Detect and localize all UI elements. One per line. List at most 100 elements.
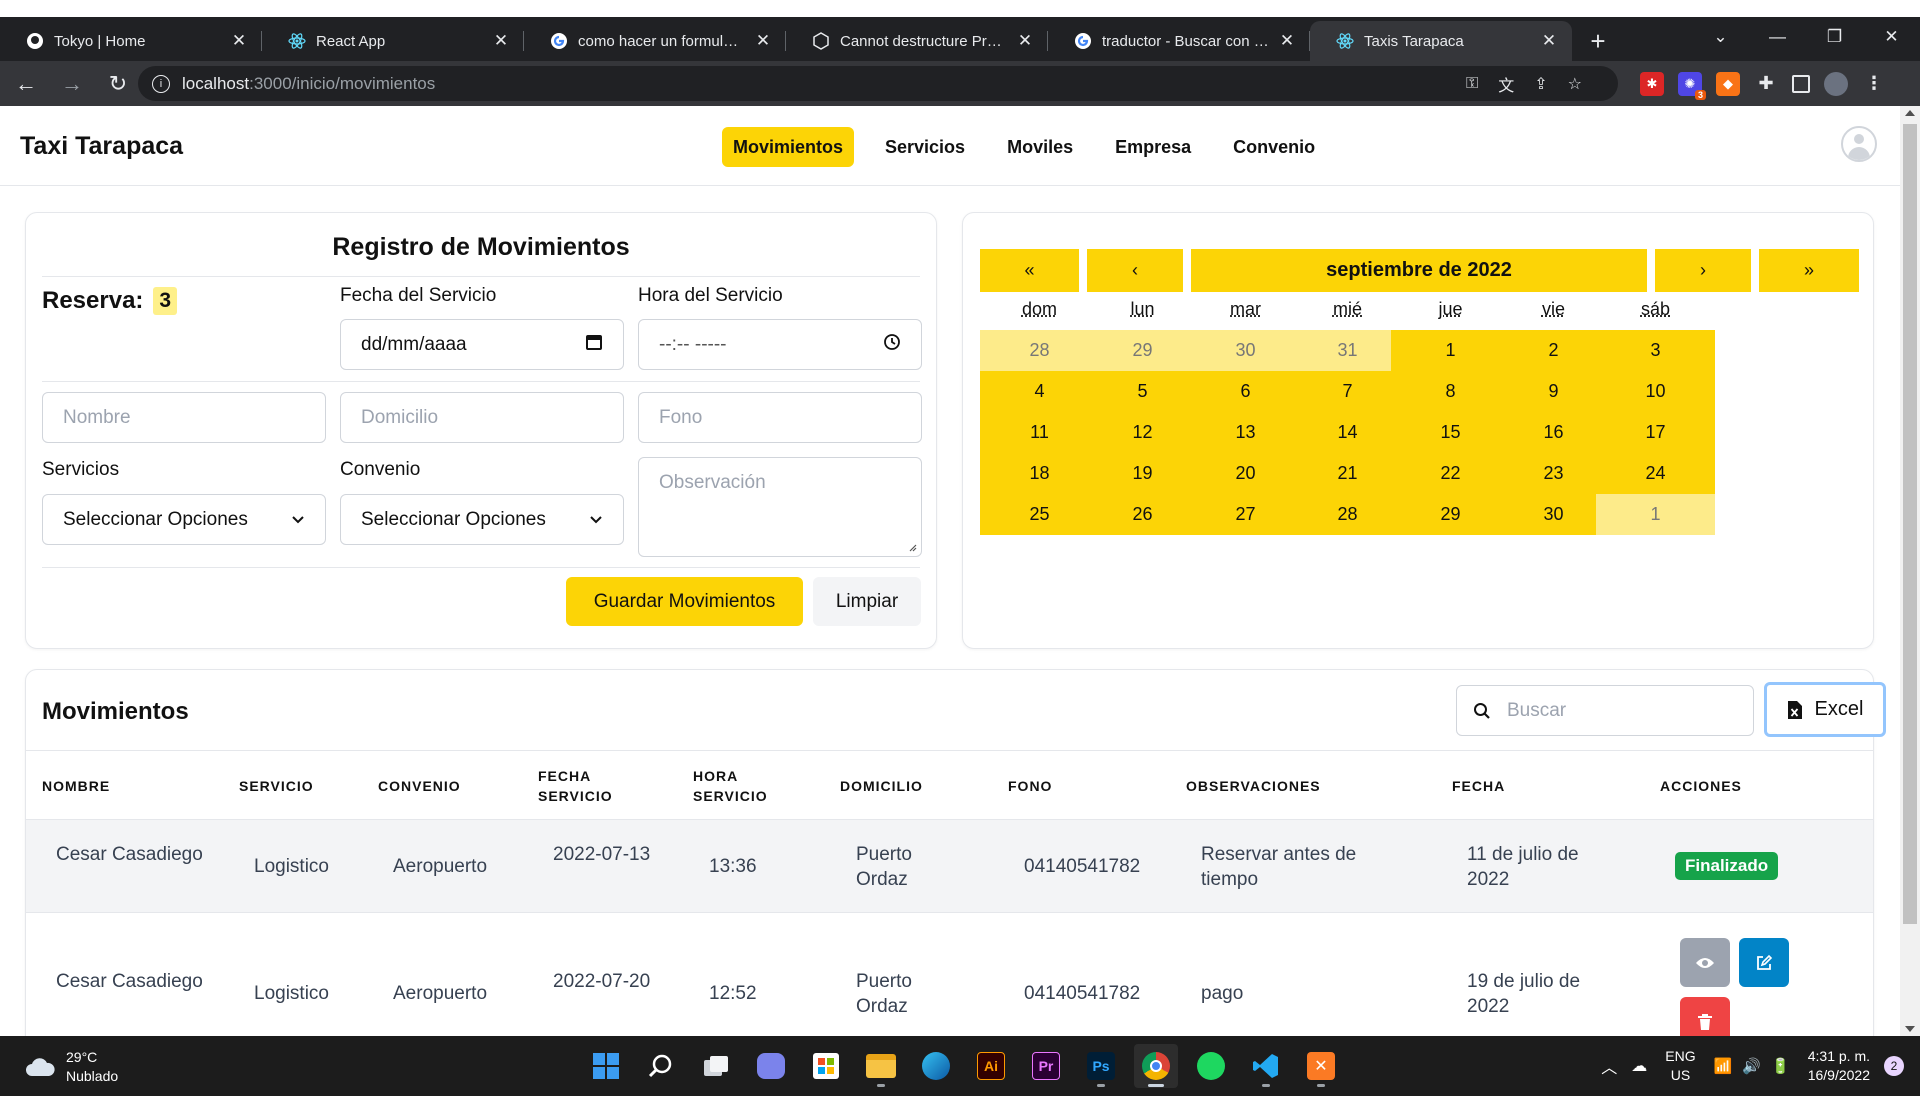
observacion-textarea[interactable]: Observación (638, 457, 922, 557)
calendar-day[interactable]: 3 (1596, 330, 1715, 371)
fecha-servicio-input[interactable]: dd/mm/aaaa (340, 319, 624, 370)
forward-button[interactable]: → (52, 64, 92, 104)
search-taskbar-icon[interactable] (639, 1044, 683, 1088)
reload-button[interactable]: ↻ (98, 64, 138, 104)
extension-red-icon[interactable]: ✱ (1640, 71, 1664, 96)
browser-tab[interactable]: Cannot destructure Propert ✕ (786, 21, 1048, 61)
prev-month-button[interactable]: ‹ (1087, 249, 1183, 292)
resize-handle-icon[interactable] (907, 542, 917, 552)
extensions-puzzle-icon[interactable]: ✚ (1754, 72, 1778, 96)
guardar-movimientos-button[interactable]: Guardar Movimientos (566, 577, 803, 626)
clock-icon[interactable] (883, 333, 901, 357)
calendar-day[interactable]: 1 (1391, 330, 1510, 371)
calendar-day[interactable]: 28 (1288, 494, 1407, 535)
calendar-day[interactable]: 15 (1391, 412, 1510, 453)
search-input[interactable]: Buscar (1456, 685, 1754, 736)
premiere-icon[interactable]: Pr (1024, 1044, 1068, 1088)
metamask-icon[interactable]: ◆ (1716, 71, 1740, 96)
chevron-up-icon[interactable]: ︿ (1601, 1054, 1617, 1078)
view-button[interactable] (1680, 938, 1730, 987)
minimize-button[interactable]: — (1749, 27, 1806, 47)
menu-kebab-icon[interactable]: ⋮ (1862, 72, 1886, 96)
notification-badge[interactable]: 2 (1884, 1056, 1904, 1076)
convenio-select[interactable]: Seleccionar Opciones (340, 494, 624, 545)
back-button[interactable]: ← (6, 64, 46, 104)
xampp-icon[interactable]: ✕ (1299, 1044, 1343, 1088)
translate-icon[interactable]: 文 (1498, 72, 1514, 96)
tab-close-icon[interactable]: ✕ (754, 31, 772, 50)
share-icon[interactable]: ⇪ (1534, 74, 1547, 94)
calendar-day[interactable]: 24 (1596, 453, 1715, 494)
user-avatar-icon[interactable] (1841, 126, 1877, 162)
excel-export-button[interactable]: Excel (1764, 682, 1886, 737)
photoshop-icon[interactable]: Ps (1079, 1044, 1123, 1088)
scrollbar-thumb[interactable] (1903, 124, 1917, 924)
spotify-icon[interactable] (1189, 1044, 1233, 1088)
wifi-icon[interactable]: 📶 (1714, 1057, 1733, 1075)
profile-avatar-icon[interactable] (1824, 71, 1848, 96)
calendar-day[interactable]: 21 (1288, 453, 1407, 494)
nav-link-moviles[interactable]: Moviles (996, 127, 1084, 167)
tab-close-icon[interactable]: ✕ (1016, 31, 1034, 50)
edge-icon[interactable] (914, 1044, 958, 1088)
calendar-day[interactable]: 18 (980, 453, 1099, 494)
file-explorer-icon[interactable] (859, 1044, 903, 1088)
calendar-icon[interactable] (585, 333, 603, 357)
calendar-title[interactable]: septiembre de 2022 (1191, 249, 1647, 292)
prev-year-button[interactable]: « (980, 249, 1079, 292)
teams-chat-icon[interactable] (749, 1044, 793, 1088)
clock[interactable]: 4:31 p. m. 16/9/2022 (1808, 1047, 1870, 1085)
close-window-button[interactable]: ✕ (1863, 27, 1920, 47)
browser-tab[interactable]: React App ✕ (262, 21, 524, 61)
browser-tab[interactable]: como hacer un formulario c ✕ (524, 21, 786, 61)
hora-servicio-input[interactable]: --:-- ----- (638, 319, 922, 370)
extension-blue-icon[interactable]: ✺ 3 (1678, 71, 1706, 100)
nav-link-empresa[interactable]: Empresa (1104, 127, 1202, 167)
tab-close-icon[interactable]: ✕ (1278, 31, 1296, 50)
microsoft-store-icon[interactable] (804, 1044, 848, 1088)
browser-tab[interactable]: Tokyo | Home ✕ (0, 21, 262, 61)
page-scrollbar[interactable] (1900, 106, 1920, 1036)
info-icon[interactable]: i (152, 74, 170, 93)
fono-input[interactable]: Fono (638, 392, 922, 443)
next-month-button[interactable]: › (1655, 249, 1751, 292)
volume-icon[interactable]: 🔊 (1742, 1057, 1761, 1075)
calendar-day[interactable]: 22 (1391, 453, 1510, 494)
address-bar[interactable]: i localhost:3000/inicio/movimientos (138, 66, 1618, 101)
browser-tab[interactable]: Taxis Tarapaca ✕ (1310, 21, 1572, 61)
nav-link-convenio[interactable]: Convenio (1222, 127, 1326, 167)
new-tab-button[interactable]: + (1578, 21, 1618, 61)
key-icon[interactable]: ⚿ (1466, 75, 1478, 93)
calendar-day[interactable]: 31 (1288, 330, 1407, 371)
side-panel-icon[interactable] (1792, 74, 1810, 93)
limpiar-button[interactable]: Limpiar (813, 577, 921, 626)
tab-close-icon[interactable]: ✕ (492, 31, 510, 50)
calendar-day[interactable]: 12 (1083, 412, 1202, 453)
calendar-day[interactable]: 1 (1596, 494, 1715, 535)
tab-search-icon[interactable]: ⌄ (1692, 27, 1749, 47)
calendar-day[interactable]: 28 (980, 330, 1099, 371)
language-indicator[interactable]: ENG US (1665, 1047, 1695, 1085)
calendar-day[interactable]: 8 (1391, 371, 1510, 412)
edit-button[interactable] (1739, 938, 1789, 987)
delete-button[interactable] (1680, 997, 1730, 1036)
weather-widget[interactable]: 29°C Nublado (24, 1048, 118, 1086)
calendar-day[interactable]: 11 (980, 412, 1099, 453)
nav-link-servicios[interactable]: Servicios (874, 127, 976, 167)
vscode-icon[interactable] (1244, 1044, 1288, 1088)
maximize-button[interactable]: ❐ (1806, 27, 1863, 47)
windows-start-icon[interactable] (584, 1044, 628, 1088)
illustrator-icon[interactable]: Ai (969, 1044, 1013, 1088)
calendar-day[interactable]: 7 (1288, 371, 1407, 412)
onedrive-cloud-icon[interactable]: ☁ (1631, 1056, 1647, 1076)
next-year-button[interactable]: » (1759, 249, 1859, 292)
servicios-select[interactable]: Seleccionar Opciones (42, 494, 326, 545)
calendar-day[interactable]: 26 (1083, 494, 1202, 535)
battery-icon[interactable]: 🔋 (1771, 1057, 1790, 1075)
calendar-day[interactable]: 29 (1083, 330, 1202, 371)
calendar-day[interactable]: 29 (1391, 494, 1510, 535)
calendar-day[interactable]: 5 (1083, 371, 1202, 412)
tab-close-icon[interactable]: ✕ (1540, 31, 1558, 50)
domicilio-input[interactable]: Domicilio (340, 392, 624, 443)
nombre-input[interactable]: Nombre (42, 392, 326, 443)
